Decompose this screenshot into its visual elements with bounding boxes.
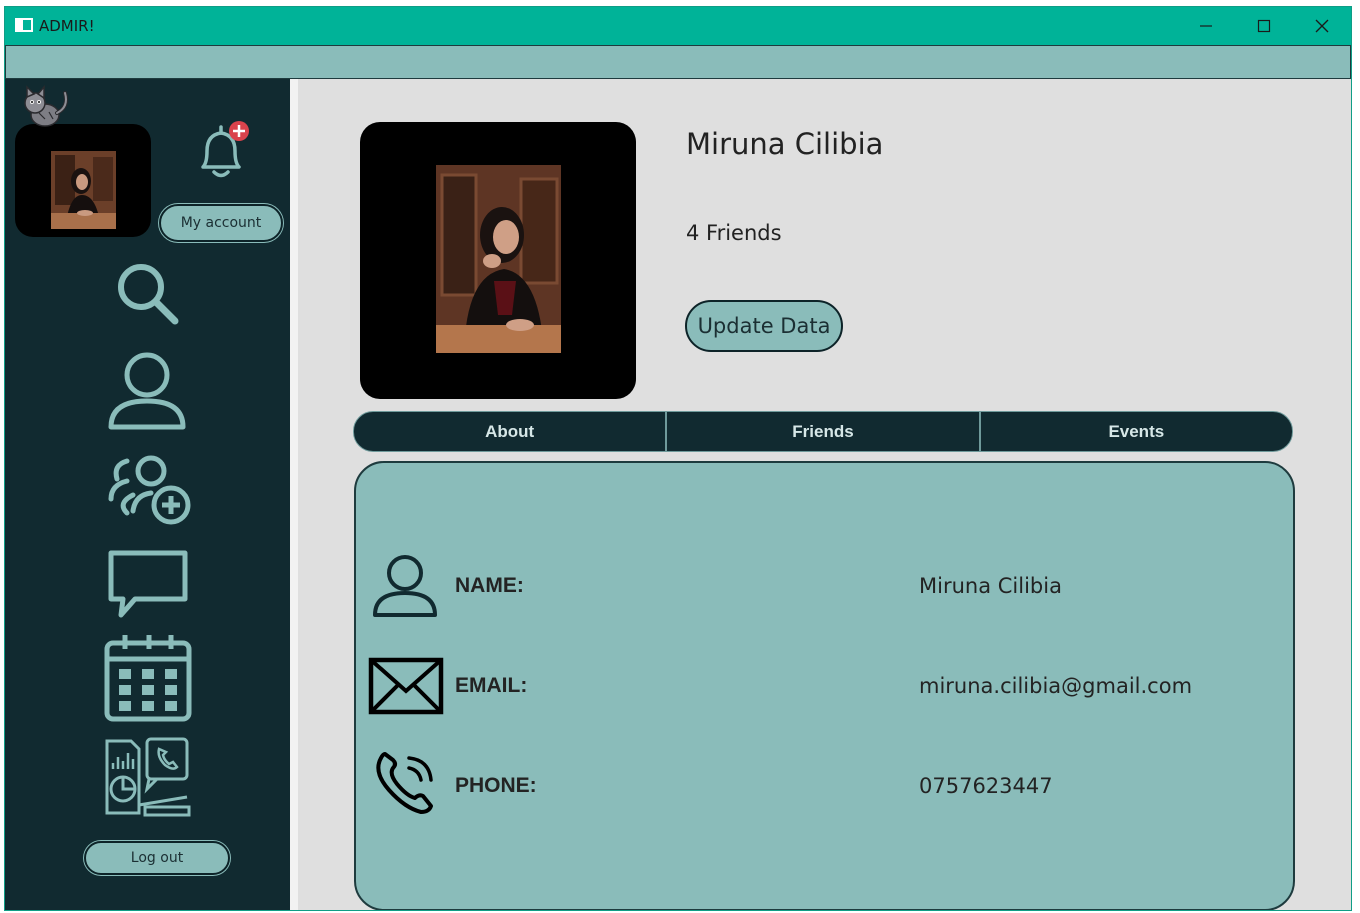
phone-label: PHONE: xyxy=(455,774,537,797)
my-account-button[interactable]: My account xyxy=(159,204,283,242)
window-icon xyxy=(15,18,33,32)
minimize-icon xyxy=(1200,25,1212,27)
window-title: ADMIR! xyxy=(39,17,95,35)
tab-about[interactable]: About xyxy=(353,411,667,452)
app-window: ADMIR! My account Log out Miruna Cilibia… xyxy=(4,6,1352,911)
bell-notification-icon[interactable] xyxy=(191,119,251,181)
profile-name: Miruna Cilibia xyxy=(686,127,884,161)
report-icon[interactable] xyxy=(103,733,193,821)
profile-icon[interactable] xyxy=(105,351,189,431)
chat-icon[interactable] xyxy=(105,547,191,623)
update-data-button[interactable]: Update Data xyxy=(685,300,843,352)
cat-mascot-icon xyxy=(24,85,68,127)
tab-friends[interactable]: Friends xyxy=(666,411,980,452)
friends-count[interactable]: 4 Friends xyxy=(686,221,782,245)
close-button[interactable] xyxy=(1293,7,1351,45)
sidebar-divider xyxy=(290,79,298,910)
calendar-icon[interactable] xyxy=(103,633,193,723)
phone-icon xyxy=(376,752,433,814)
person-icon xyxy=(373,555,437,617)
name-label: NAME: xyxy=(455,574,524,597)
sidebar: My account Log out xyxy=(5,79,290,910)
maximize-icon xyxy=(1257,19,1271,33)
profile-tabs: About Friends Events xyxy=(353,411,1293,452)
logout-button[interactable]: Log out xyxy=(84,841,230,875)
close-icon xyxy=(1315,19,1329,33)
email-label: EMAIL: xyxy=(455,674,528,697)
name-value: Miruna Cilibia xyxy=(919,574,1062,598)
maximize-button[interactable] xyxy=(1235,7,1293,45)
menu-strip xyxy=(5,45,1351,79)
search-icon[interactable] xyxy=(111,259,187,329)
email-value: miruna.cilibia@gmail.com xyxy=(919,674,1193,698)
sidebar-avatar[interactable] xyxy=(15,124,151,237)
add-group-icon[interactable] xyxy=(103,451,195,527)
envelope-icon xyxy=(368,657,444,715)
profile-photo-frame xyxy=(360,122,636,399)
phone-value: 0757623447 xyxy=(919,774,1053,798)
avatar-photo xyxy=(51,151,116,229)
minimize-button[interactable] xyxy=(1177,7,1235,45)
title-bar[interactable]: ADMIR! xyxy=(5,7,1351,45)
profile-photo xyxy=(436,165,561,353)
tab-events[interactable]: Events xyxy=(979,411,1293,452)
